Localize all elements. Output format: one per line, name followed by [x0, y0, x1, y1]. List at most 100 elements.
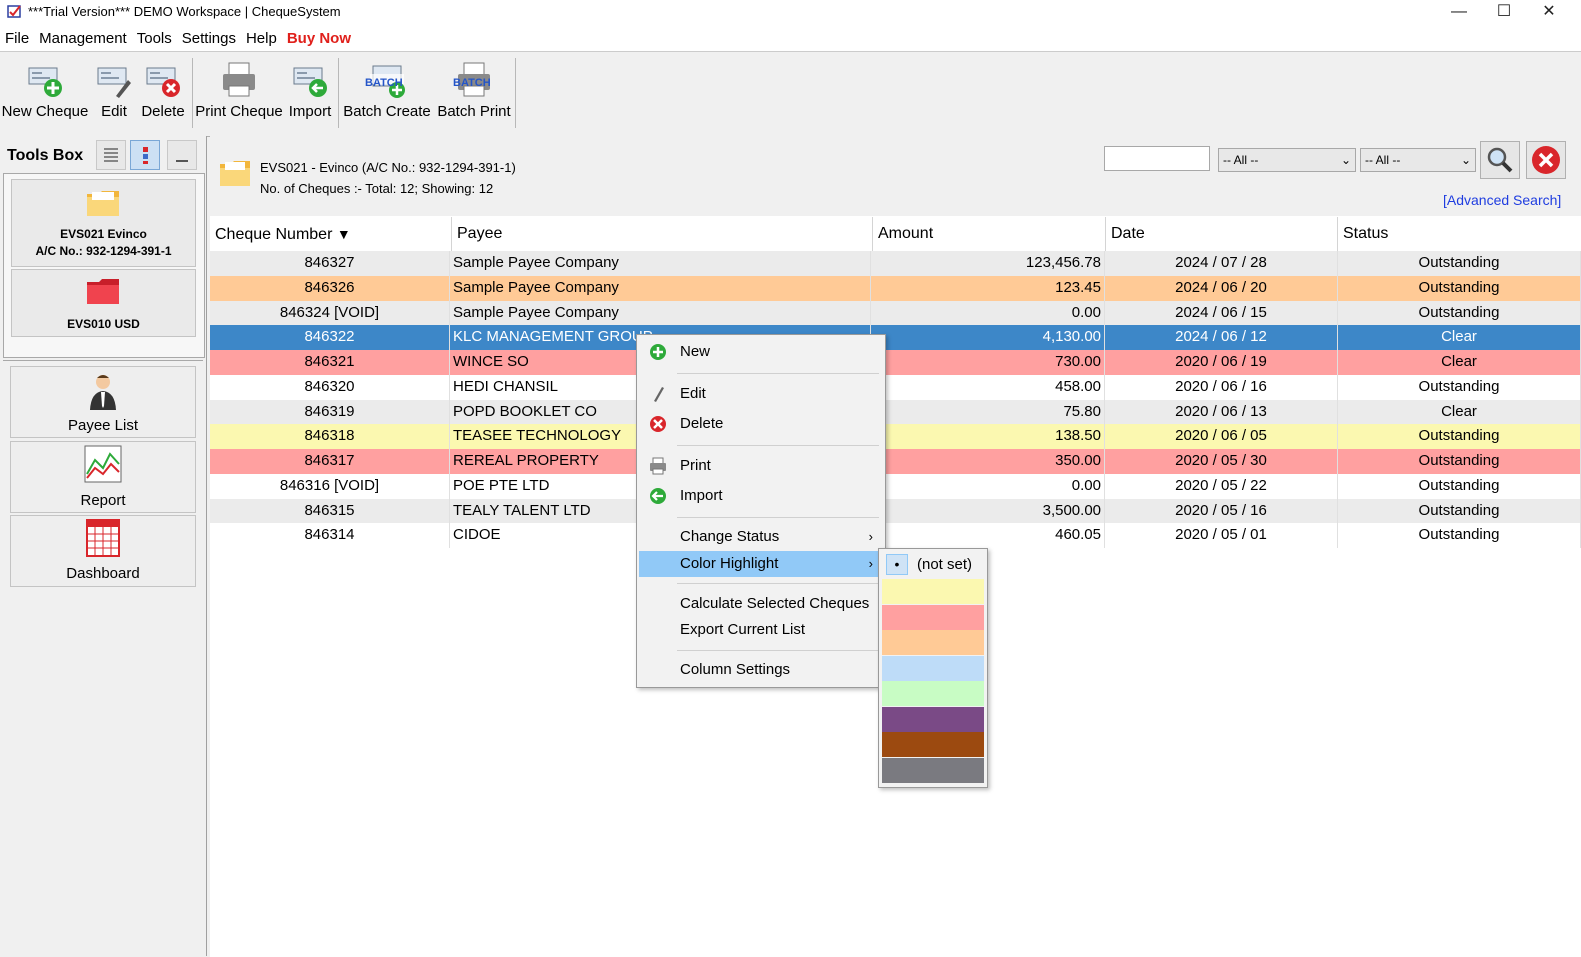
- menu-separator: [677, 445, 879, 446]
- title-bar: ***Trial Version*** DEMO Workspace | Che…: [0, 0, 1581, 26]
- batch-print-button[interactable]: BATCH Batch Print: [434, 56, 514, 130]
- account-evs010[interactable]: EVS010 USD: [11, 269, 196, 337]
- cell-date: 2020 / 06 / 16: [1105, 374, 1338, 400]
- color-submenu: • (not set): [878, 548, 988, 788]
- icon-view-button[interactable]: [130, 140, 160, 170]
- menu-bar: File Management Tools Settings Help Buy Now: [0, 26, 1581, 51]
- color-swatch[interactable]: [882, 732, 984, 757]
- table-row[interactable]: 846315 TEALY TALENT LTD 3,500.00 2020 / 05 …: [210, 498, 1581, 524]
- column-header-cheque-number[interactable]: Cheque Number ▼: [210, 217, 452, 251]
- ctx-print[interactable]: Print: [639, 453, 881, 479]
- table-row[interactable]: 846318 TEASEE TECHNOLOGY 138.50 2020 / 06 /…: [210, 424, 1581, 450]
- clear-search-button[interactable]: [1526, 141, 1566, 179]
- date-filter-select[interactable]: -- All -- ⌄: [1360, 148, 1476, 172]
- table-header: Cheque Number ▼ Payee Amount Date Status: [210, 217, 1581, 252]
- status-filter-value: -- All --: [1223, 153, 1259, 167]
- list-view-button[interactable]: [96, 140, 126, 170]
- pencil-icon: [654, 387, 664, 402]
- ctx-delete[interactable]: Delete: [639, 411, 881, 437]
- table-row[interactable]: 846317 REREAL PROPERTY 350.00 2020 / 05 / 3…: [210, 449, 1581, 474]
- import-button[interactable]: Import: [284, 56, 336, 130]
- table-row[interactable]: 846316 [VOID] POE PTE LTD 0.00 2020 / 05 / …: [210, 473, 1581, 499]
- collapse-view-button[interactable]: [167, 140, 197, 170]
- cheque-count: No. of Cheques :- Total: 12; Showing: 12: [260, 181, 494, 196]
- menu-file[interactable]: File: [0, 26, 34, 47]
- color-swatch[interactable]: [882, 706, 984, 732]
- table-row[interactable]: 846314 CIDOE 460.05 2020 / 05 / 01 Outstandi…: [210, 523, 1581, 549]
- color-swatch[interactable]: [882, 681, 984, 706]
- cell-payee: Sample Payee Company: [450, 275, 871, 301]
- context-menu: New Edit Delete Print Import Change Stat…: [636, 334, 886, 688]
- cell-cheque-number: 846324 [VOID]: [210, 300, 450, 326]
- ctx-calculate[interactable]: Calculate Selected Cheques: [639, 591, 881, 617]
- payee-list-button[interactable]: Payee List: [10, 366, 196, 438]
- ctx-edit-label: Edit: [680, 385, 706, 402]
- color-swatch[interactable]: [882, 655, 984, 681]
- table-row[interactable]: 846326 Sample Payee Company 123.45 2024 / 0…: [210, 275, 1581, 301]
- cell-date: 2020 / 05 / 16: [1105, 498, 1338, 524]
- column-header-amount[interactable]: Amount: [873, 217, 1106, 251]
- report-button[interactable]: Report: [10, 441, 196, 513]
- color-option-not-set[interactable]: • (not set): [882, 552, 984, 577]
- toolbar-separator: [338, 58, 339, 128]
- close-button[interactable]: ✕: [1526, 0, 1572, 26]
- batch-create-button[interactable]: BATCH Batch Create: [340, 56, 434, 130]
- cell-date: 2020 / 05 / 30: [1105, 449, 1338, 474]
- edit-button[interactable]: Edit: [90, 56, 138, 130]
- ctx-export[interactable]: Export Current List: [639, 617, 881, 643]
- minimize-button[interactable]: —: [1436, 0, 1482, 26]
- column-header-date[interactable]: Date: [1106, 217, 1338, 251]
- account-name: EVS021 Evinco: [60, 227, 147, 241]
- cell-date: 2024 / 06 / 15: [1105, 300, 1338, 326]
- cell-date: 2020 / 05 / 22: [1105, 473, 1338, 499]
- color-swatch[interactable]: [882, 604, 984, 630]
- ctx-new[interactable]: New: [639, 339, 881, 365]
- menu-tools[interactable]: Tools: [132, 26, 177, 47]
- color-swatch[interactable]: [882, 630, 984, 655]
- dashboard-label: Dashboard: [66, 565, 140, 582]
- cell-status: Outstanding: [1338, 523, 1581, 549]
- menu-buy-now[interactable]: Buy Now: [282, 26, 356, 47]
- clear-icon: [1532, 146, 1560, 174]
- ctx-color-highlight[interactable]: Color Highlight ›: [639, 551, 881, 577]
- menu-settings[interactable]: Settings: [177, 26, 241, 47]
- delete-button[interactable]: Delete: [138, 56, 188, 130]
- search-button[interactable]: [1480, 141, 1520, 179]
- ctx-column-settings[interactable]: Column Settings: [639, 657, 881, 683]
- date-filter-value: -- All --: [1365, 153, 1401, 167]
- color-swatch[interactable]: [882, 757, 984, 783]
- search-input[interactable]: [1104, 146, 1210, 171]
- ctx-change-status[interactable]: Change Status ›: [639, 524, 881, 550]
- account-evs021[interactable]: EVS021 Evinco A/C No.: 932-1294-391-1: [11, 179, 196, 267]
- table-row[interactable]: 846327 Sample Payee Company 123,456.78 2024…: [210, 251, 1581, 276]
- printer-icon: [650, 457, 666, 475]
- menu-help[interactable]: Help: [241, 26, 282, 47]
- cell-amount: 4,130.00: [871, 325, 1105, 351]
- ctx-change-status-label: Change Status: [680, 528, 780, 545]
- ctx-import-label: Import: [680, 487, 723, 504]
- menu-separator: [677, 373, 879, 374]
- column-label: Cheque Number: [215, 226, 333, 243]
- batch-print-badge: BATCH: [453, 77, 491, 89]
- table-row[interactable]: 846322 KLC MANAGEMENT GROUP 4,130.00 2024 /…: [210, 325, 1581, 351]
- menu-management[interactable]: Management: [34, 26, 132, 47]
- dashboard-calendar-icon: [86, 519, 120, 557]
- ctx-import[interactable]: Import: [639, 483, 881, 509]
- column-header-status[interactable]: Status: [1338, 217, 1581, 251]
- maximize-button[interactable]: ☐: [1481, 0, 1527, 26]
- table-row[interactable]: 846324 [VOID] Sample Payee Company 0.00 202…: [210, 300, 1581, 326]
- report-label: Report: [80, 492, 126, 509]
- column-header-payee[interactable]: Payee: [452, 217, 873, 251]
- color-swatch[interactable]: [882, 579, 984, 604]
- dashboard-button[interactable]: Dashboard: [10, 515, 196, 587]
- table-row[interactable]: 846319 POPD BOOKLET CO 75.80 2020 / 06 / 13…: [210, 399, 1581, 425]
- table-row[interactable]: 846320 HEDI CHANSIL 458.00 2020 / 06 / 16 Ou…: [210, 374, 1581, 400]
- new-cheque-button[interactable]: New Cheque: [0, 56, 90, 130]
- ctx-edit[interactable]: Edit: [639, 381, 881, 407]
- status-filter-select[interactable]: -- All -- ⌄: [1218, 148, 1356, 172]
- add-icon: [650, 344, 666, 360]
- advanced-search-link[interactable]: [Advanced Search]: [1443, 192, 1561, 208]
- print-cheque-button[interactable]: Print Cheque: [194, 56, 284, 130]
- table-row[interactable]: 846321 WINCE SO 730.00 2020 / 06 / 19 Clear: [210, 350, 1581, 375]
- not-set-label: (not set): [917, 556, 973, 573]
